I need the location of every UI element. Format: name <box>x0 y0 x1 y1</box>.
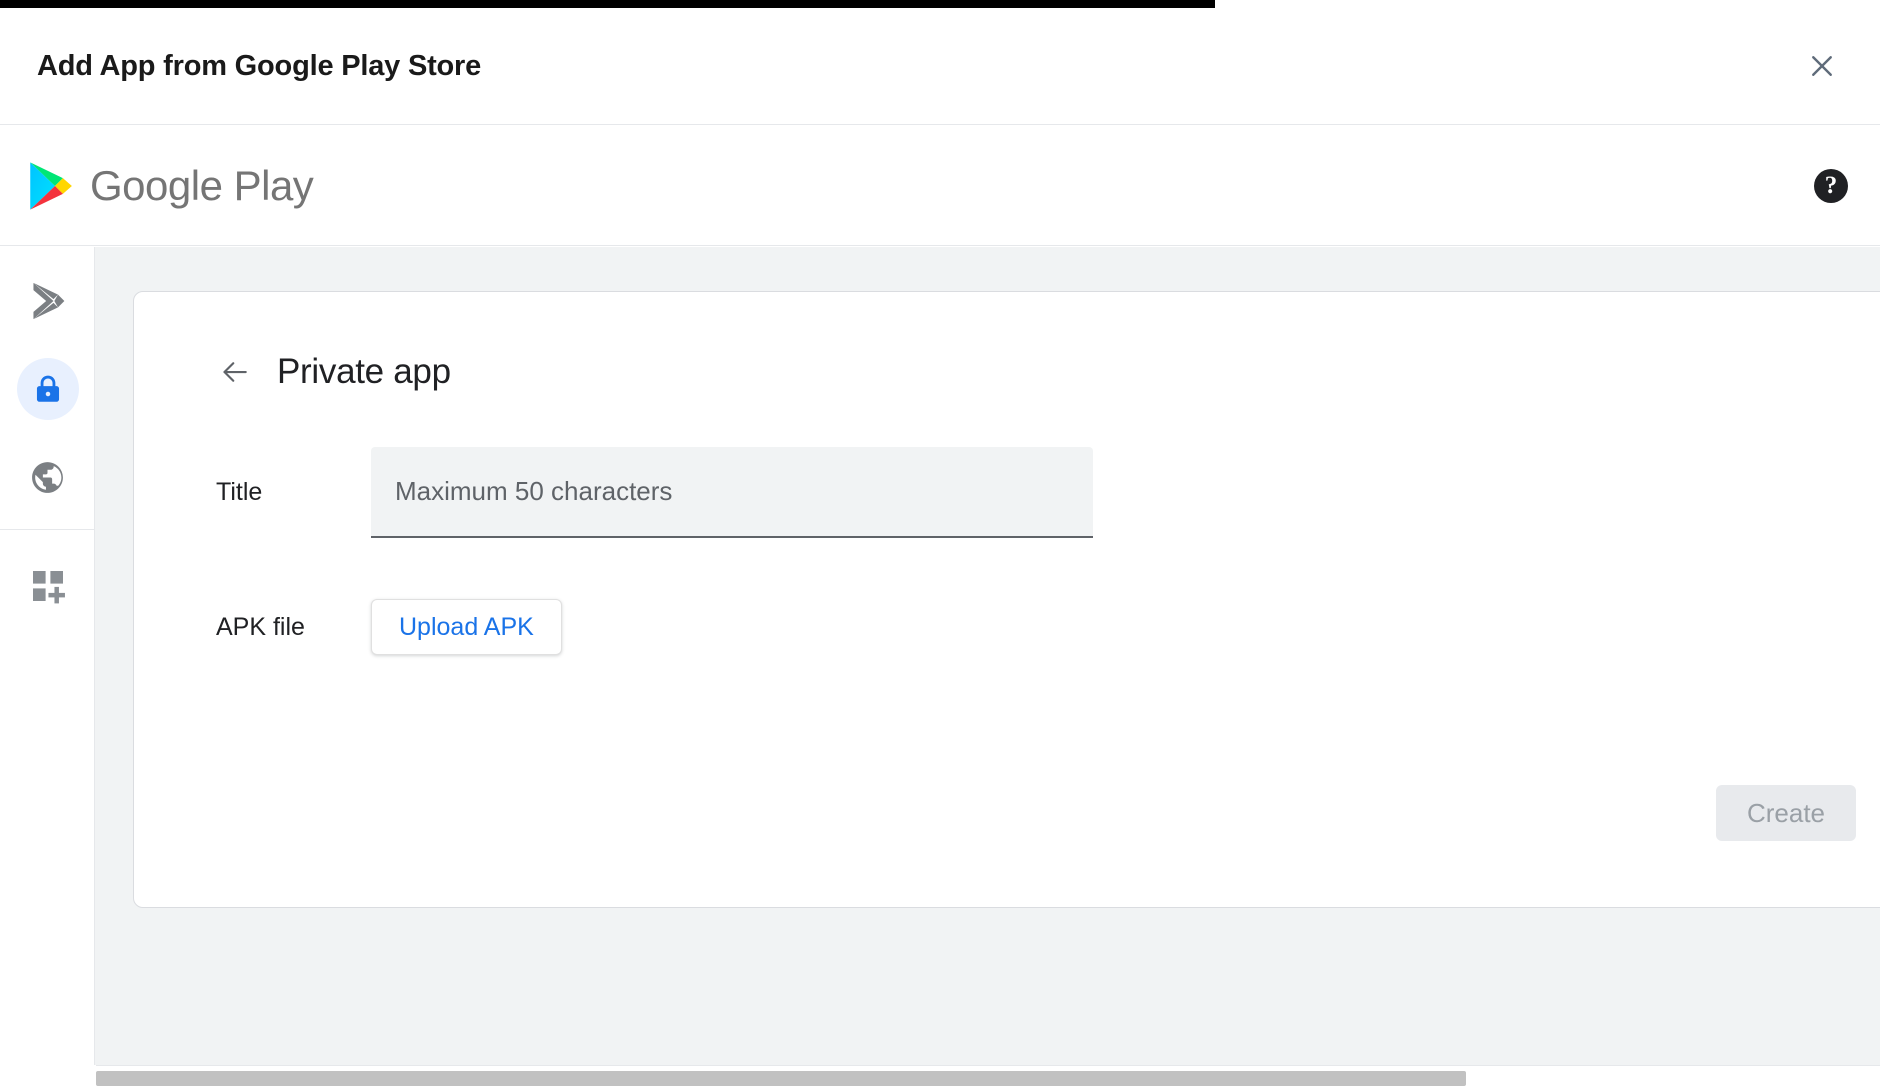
google-play-logo-icon <box>28 161 73 211</box>
apk-file-label: APK file <box>216 613 371 642</box>
sidebar-item-web-apps[interactable] <box>0 433 95 521</box>
top-black-bar <box>0 0 1215 8</box>
apk-form-row: APK file Upload APK <box>216 599 1880 655</box>
google-play-brand[interactable]: Google Play <box>28 161 313 211</box>
page-title: Add App from Google Play Store <box>37 50 481 83</box>
help-glyph: ? <box>1825 173 1838 198</box>
content-canvas: Private app Title APK file Upload APK Cr… <box>95 247 1880 1065</box>
modal-header: Add App from Google Play Store <box>0 8 1880 125</box>
help-icon[interactable]: ? <box>1814 169 1848 203</box>
card-header: Private app <box>216 352 1880 392</box>
title-input[interactable] <box>371 447 1093 538</box>
back-arrow-icon[interactable] <box>216 357 253 387</box>
sidebar-item-private-apps[interactable] <box>0 345 95 433</box>
private-app-card: Private app Title APK file Upload APK Cr… <box>133 291 1880 908</box>
google-play-triangle-icon <box>29 281 67 321</box>
horizontal-scrollbar[interactable] <box>96 1065 1880 1088</box>
title-form-row: Title <box>216 447 1880 538</box>
card-title: Private app <box>277 352 451 392</box>
create-button[interactable]: Create <box>1716 785 1856 841</box>
title-label: Title <box>216 478 371 507</box>
sidebar-item-add-app[interactable] <box>0 542 95 630</box>
google-play-wordmark: Google Play <box>90 165 313 207</box>
sidebar-divider <box>0 529 94 530</box>
google-play-header: Google Play ? <box>0 126 1880 246</box>
sidebar-item-play-store[interactable] <box>0 257 95 345</box>
upload-apk-button[interactable]: Upload APK <box>371 599 562 655</box>
lock-icon <box>31 370 65 408</box>
console-body: Private app Title APK file Upload APK Cr… <box>0 247 1880 1065</box>
card-actions: Create <box>1716 785 1856 841</box>
horizontal-scrollbar-thumb[interactable] <box>96 1071 1466 1086</box>
close-icon[interactable] <box>1798 42 1846 90</box>
add-grid-icon <box>30 568 66 604</box>
sidebar-rail <box>0 247 95 1065</box>
globe-icon <box>29 459 66 496</box>
sidebar-active-indicator <box>17 358 79 420</box>
